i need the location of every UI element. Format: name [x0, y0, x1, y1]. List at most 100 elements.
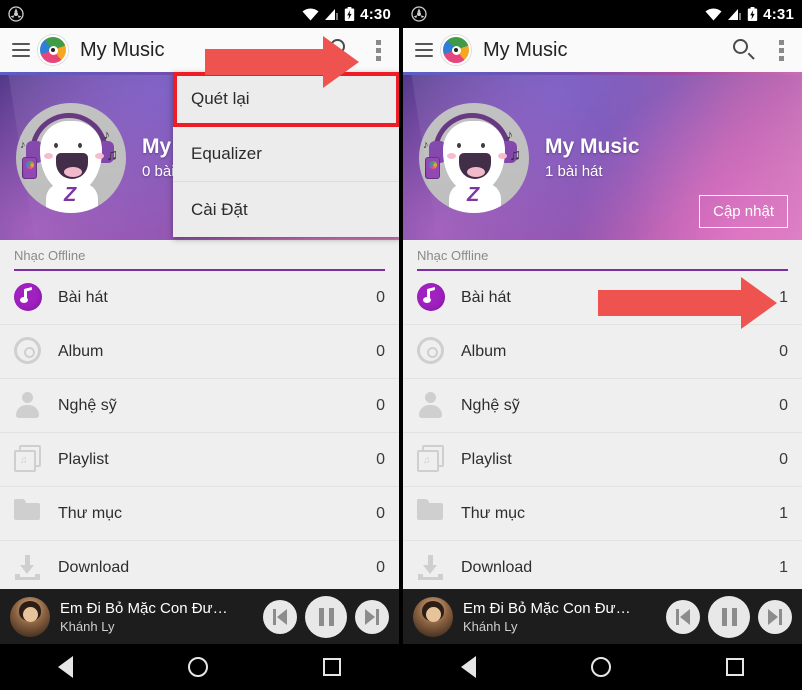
- music-note-icon: [14, 282, 44, 313]
- app-bar: My Music: [403, 28, 802, 72]
- section-label: Nhạc Offline: [14, 248, 86, 263]
- hero-text: My Music 1 bài hát: [545, 135, 640, 180]
- kebab-menu-icon[interactable]: [370, 38, 387, 63]
- app-bar-actions: [733, 38, 790, 63]
- list-item-label: Bài hát: [58, 288, 108, 306]
- list-item-label: Thư mục: [461, 504, 526, 522]
- hero-title: My Music: [545, 135, 640, 158]
- list-item-label: Bài hát: [461, 288, 511, 306]
- list-item[interactable]: Nghệ sỹ 0: [403, 379, 802, 433]
- now-playing-title: Em Đi Bỏ Mặc Con Đư…: [60, 599, 228, 617]
- search-icon[interactable]: [330, 39, 352, 61]
- status-bar: 4:31: [403, 0, 802, 28]
- status-time: 4:30: [360, 5, 391, 23]
- kebab-menu-icon[interactable]: [773, 38, 790, 63]
- list-item[interactable]: Bài hát 1: [403, 271, 802, 325]
- home-circle-icon[interactable]: [590, 657, 611, 677]
- download-icon: [14, 553, 44, 583]
- section-offline: Nhạc Offline: [403, 240, 802, 271]
- status-indicators: 4:31: [705, 6, 794, 23]
- list-item[interactable]: Download 0: [0, 541, 399, 595]
- search-icon[interactable]: [733, 39, 755, 61]
- folder-icon: [14, 498, 44, 529]
- category-list: Bài hát 0 Album 0 Nghệ sỹ 0 ♫ Playlist 0…: [0, 271, 399, 595]
- list-item-count: 1: [779, 288, 788, 306]
- list-item-label: Nghệ sỹ: [461, 396, 520, 414]
- now-playing-bar[interactable]: Em Đi Bỏ Mặc Con Đư… Khánh Ly: [0, 589, 399, 644]
- now-playing-meta: Em Đi Bỏ Mặc Con Đư… Khánh Ly: [463, 600, 666, 634]
- folder-icon: [417, 498, 447, 529]
- list-item-count: 0: [376, 342, 385, 360]
- now-playing-meta: Em Đi Bỏ Mặc Con Đư… Khánh Ly: [60, 600, 263, 634]
- menu-item-rescan[interactable]: Quét lại: [173, 72, 399, 127]
- menu-item-equalizer[interactable]: Equalizer: [173, 127, 399, 182]
- now-playing-title: Em Đi Bỏ Mặc Con Đư…: [463, 599, 631, 617]
- zing-logo-icon: [38, 35, 68, 65]
- zing-logo-icon: [441, 35, 471, 65]
- hamburger-icon[interactable]: [415, 43, 433, 57]
- list-item[interactable]: Thư mục 0: [0, 487, 399, 541]
- back-triangle-icon[interactable]: [460, 656, 476, 678]
- player-controls: [666, 595, 792, 638]
- status-bar: 4:30: [0, 0, 399, 28]
- list-item[interactable]: ♫ Playlist 0: [0, 433, 399, 487]
- list-item[interactable]: ♫ Playlist 0: [403, 433, 802, 487]
- skip-previous-icon[interactable]: [263, 599, 297, 634]
- hero-subtitle: 1 bài hát: [545, 163, 603, 180]
- phone-screen-left: 4:30 My Music Z ♪ ♫ ♪ My 0 bài hát Nhạc …: [0, 0, 399, 690]
- category-list: Bài hát 1 Album 0 Nghệ sỹ 0 ♫ Playlist 0…: [403, 271, 802, 595]
- list-item[interactable]: Bài hát 0: [0, 271, 399, 325]
- status-indicators: 4:30: [302, 6, 391, 23]
- list-item-count: 0: [376, 559, 385, 576]
- list-item-count: 1: [779, 504, 788, 522]
- app-bar-actions: [330, 38, 387, 63]
- pause-icon[interactable]: [305, 595, 347, 638]
- skip-next-icon[interactable]: [758, 599, 792, 634]
- list-item[interactable]: Album 0: [0, 325, 399, 379]
- now-playing-bar[interactable]: Em Đi Bỏ Mặc Con Đư… Khánh Ly: [403, 589, 802, 644]
- status-notifications: [8, 6, 24, 22]
- home-circle-icon[interactable]: [187, 657, 208, 677]
- system-nav-bar: [403, 644, 802, 690]
- phone-screen-right: 4:31 My Music Z ♪ ♫ ♪ My Music 1 bài hát…: [403, 0, 802, 690]
- hamburger-icon[interactable]: [12, 43, 30, 57]
- update-button[interactable]: Cập nhật: [699, 195, 788, 228]
- hero-banner: Z ♪ ♫ ♪ My Music 1 bài hát Cập nhật: [403, 75, 802, 240]
- list-item-label: Album: [461, 342, 507, 360]
- pause-icon[interactable]: [708, 595, 750, 638]
- skip-previous-icon[interactable]: [666, 599, 700, 634]
- player-controls: [263, 595, 389, 638]
- now-playing-artist: Khánh Ly: [463, 618, 518, 634]
- status-notifications: [411, 6, 427, 22]
- album-art-thumbnail: [10, 596, 50, 637]
- skip-next-icon[interactable]: [355, 599, 389, 634]
- album-disc-icon: [417, 336, 447, 367]
- battery-charging-icon: [747, 6, 758, 21]
- list-item-count: 0: [779, 396, 788, 414]
- list-item[interactable]: Nghệ sỹ 0: [0, 379, 399, 433]
- music-disc-icon: [411, 6, 427, 22]
- wifi-icon: [705, 7, 722, 20]
- menu-item-settings[interactable]: Cài Đặt: [173, 182, 399, 237]
- app-bar: My Music: [0, 28, 399, 72]
- signal-icon: [325, 8, 339, 20]
- screenshot-pair: 4:30 My Music Z ♪ ♫ ♪ My 0 bài hát Nhạc …: [0, 0, 802, 690]
- list-item-label: Playlist: [461, 450, 512, 468]
- list-item-count: 0: [376, 504, 385, 522]
- back-triangle-icon[interactable]: [57, 656, 73, 678]
- signal-icon: [728, 8, 742, 20]
- list-item-label: Download: [461, 559, 533, 576]
- list-item-count: 1: [779, 559, 788, 576]
- recents-square-icon[interactable]: [726, 658, 745, 676]
- list-item-label: Thư mục: [58, 504, 123, 522]
- list-item-label: Album: [58, 342, 104, 360]
- album-art-thumbnail: [413, 596, 453, 637]
- app-title: My Music: [483, 38, 568, 61]
- list-item-count: 0: [376, 288, 385, 306]
- list-item[interactable]: Download 1: [403, 541, 802, 595]
- list-item[interactable]: Album 0: [403, 325, 802, 379]
- recents-square-icon[interactable]: [323, 658, 342, 676]
- list-item[interactable]: Thư mục 1: [403, 487, 802, 541]
- wifi-icon: [302, 7, 319, 20]
- overflow-menu: Quét lại Equalizer Cài Đặt: [173, 72, 399, 237]
